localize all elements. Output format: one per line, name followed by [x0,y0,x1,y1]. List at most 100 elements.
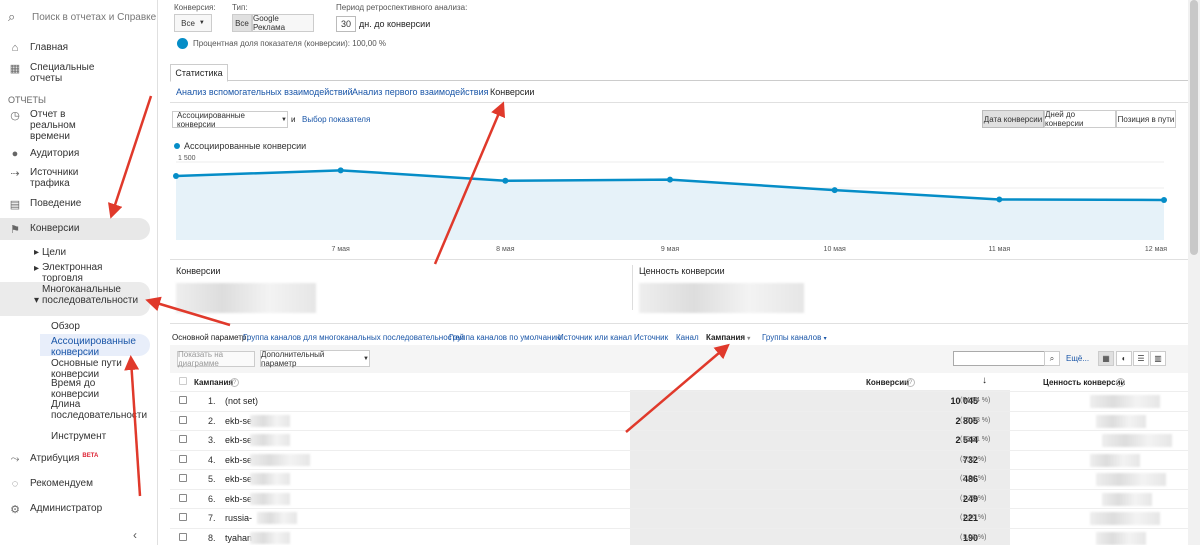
tab-first-interaction[interactable]: Анализ первого взаимодействия [352,87,488,97]
sidebar-item-path-length[interactable]: Длина последовательности [51,399,147,421]
dim-mcf-group[interactable]: Группа каналов для многоканальных послед… [243,333,464,342]
divider [170,323,1188,324]
tab-conversions[interactable]: Конверсии [490,87,534,97]
campaign-name[interactable]: ekb-se [225,494,252,504]
sidebar-item-acquisition[interactable]: ⇢ Источники трафика [0,167,158,189]
home-icon: ⌂ [11,42,19,54]
sidebar-item-recommended[interactable]: ◌ Рекомендуем [0,478,158,490]
blurred-value [1096,531,1146,545]
secondary-dimension-dropdown[interactable]: Дополнительный параметр ▼ [260,350,370,368]
bar-view-icon[interactable]: ☰ [1133,351,1149,366]
comparison-view-icon[interactable]: ▥ [1150,351,1166,366]
row-checkbox[interactable] [179,435,187,443]
campaign-name[interactable]: ekb-se [225,435,252,445]
sidebar-item-assisted[interactable]: Ассоциированные конверсии [51,336,136,358]
dim-channel-groups[interactable]: Группы каналов ▾ [762,333,827,342]
sidebar-item-overview[interactable]: Обзор [51,321,80,332]
metric-dropdown[interactable]: Ассоциированные конверсии ▼ [172,111,288,129]
grid-view-icon[interactable]: ▦ [1098,351,1114,366]
dashboard-icon: ▦ [9,63,21,75]
type-all-button[interactable]: Все [232,14,252,32]
col-value[interactable]: Ценность конверсии [1043,378,1125,387]
blurred-value [250,473,290,485]
search-box[interactable]: ⌕ Поиск в отчетах и Справке [0,0,157,34]
sidebar-item-behavior[interactable]: ▤ Поведение [0,198,158,211]
sidebar-item-ecommerce[interactable]: Электронная торговля [42,262,112,284]
campaign-name[interactable]: ekb-se [225,455,252,465]
sidebar-item-attribution[interactable]: ⤳ Атрибуция BETA [0,453,158,466]
data-point[interactable] [1161,196,1167,203]
more-link[interactable]: Ещё... [1066,354,1089,363]
sidebar-item-admin[interactable]: ⚙ Администратор [0,503,158,516]
select-metric-link[interactable]: Выбор показателя [302,115,370,124]
collapse-sidebar-icon[interactable]: ‹ [133,528,137,542]
sidebar-item-time-lag[interactable]: Время до конверсии [51,378,111,400]
conversions-percent: (54,54 %) [960,397,991,404]
table-row: 6. ekb-se 249 (1,35 %) [170,488,1188,508]
dim-source-medium[interactable]: Источник или канал [558,333,632,342]
scrollbar-thumb[interactable] [1190,0,1198,255]
sidebar-item-audience[interactable]: ● Аудитория [0,148,158,160]
row-number: 1. [208,396,216,406]
row-number: 2. [208,415,216,426]
row-checkbox[interactable] [179,454,187,463]
campaign-name[interactable]: ekb-se [225,416,252,426]
dim-medium[interactable]: Канал [676,333,699,342]
blurred-value [1096,414,1146,428]
data-point[interactable] [996,196,1003,203]
row-checkbox[interactable] [179,415,187,424]
table-search-input[interactable] [953,351,1045,366]
row-checkbox[interactable] [179,513,187,521]
select-all-checkbox[interactable] [179,377,187,385]
lookback-input[interactable]: 30 [336,16,356,32]
ecommerce-chevron-icon: ▸ [34,263,40,274]
row-checkbox[interactable] [179,474,187,482]
sidebar-item-home[interactable]: ⌂ Главная [0,42,158,54]
sidebar-item-realtime[interactable]: ◷ Отчет в реальном времени [0,109,158,142]
tab-assisted-analysis[interactable]: Анализ вспомогательных взаимодействий [176,87,353,97]
col-campaign[interactable]: Кампания [194,378,233,387]
metric-color-dot [177,38,188,49]
table-search-button[interactable]: ⌕ [1044,351,1060,366]
show-on-chart-button[interactable]: Показать на диаграмме [177,350,255,368]
data-point[interactable] [337,167,344,174]
data-point[interactable] [502,177,509,184]
sort-down-icon[interactable]: ↓ [982,375,987,386]
conversions-percent: (1,03 %) [960,533,987,541]
sidebar-item-conversions[interactable]: ⚑ Конверсии [0,223,158,236]
tab-statistics[interactable]: Статистика [170,64,228,82]
data-point[interactable] [831,187,838,194]
row-checkbox[interactable] [179,493,187,502]
campaign-name[interactable]: ekb-se [225,474,252,484]
pie-view-icon[interactable]: ◐ [1116,351,1132,366]
conversion-dropdown[interactable]: Все ▼ [174,14,212,32]
date-button[interactable]: Дата конверсии [982,110,1044,128]
blurred-value [1102,492,1152,506]
conversions-percent: (3,97 %) [960,455,987,463]
data-point[interactable] [667,176,673,183]
and-label: и [291,115,296,124]
campaign-name[interactable]: russia- [225,513,252,523]
days-button[interactable]: Дней до конверсии [1044,110,1116,128]
dim-campaign-active[interactable]: Кампания ▾ [706,333,750,342]
blurred-value [250,414,290,427]
attribution-icon: ⤳ [10,453,20,465]
sidebar-item-custom-reports[interactable]: ▦ Специальные отчеты [0,62,158,84]
blurred-value [250,453,310,466]
row-checkbox[interactable] [179,396,187,404]
campaign-name[interactable]: tyahan [225,533,252,543]
sidebar-item-goals[interactable]: Цели [42,247,66,258]
sidebar-item-tool[interactable]: Инструмент [51,431,106,442]
sidebar-item-top-paths[interactable]: Основные пути конверсии [51,358,126,380]
type-google-ads-button[interactable]: Google Реклама [252,14,314,32]
data-point[interactable] [173,173,179,180]
col-conversions[interactable]: Конверсии [866,378,909,387]
sidebar-item-multichannel[interactable]: Многоканальные последовательности [42,284,138,306]
dim-source[interactable]: Источник [634,333,668,342]
campaign-name[interactable]: (not set) [225,396,258,406]
search-input[interactable]: Поиск в отчетах и Справке [32,12,156,23]
dim-default-group[interactable]: Группа каналов по умолчанию [449,333,562,342]
multichannel-chevron-icon: ▾ [34,295,40,306]
position-button[interactable]: Позиция в пути [1116,110,1176,128]
row-checkbox[interactable] [179,532,187,541]
